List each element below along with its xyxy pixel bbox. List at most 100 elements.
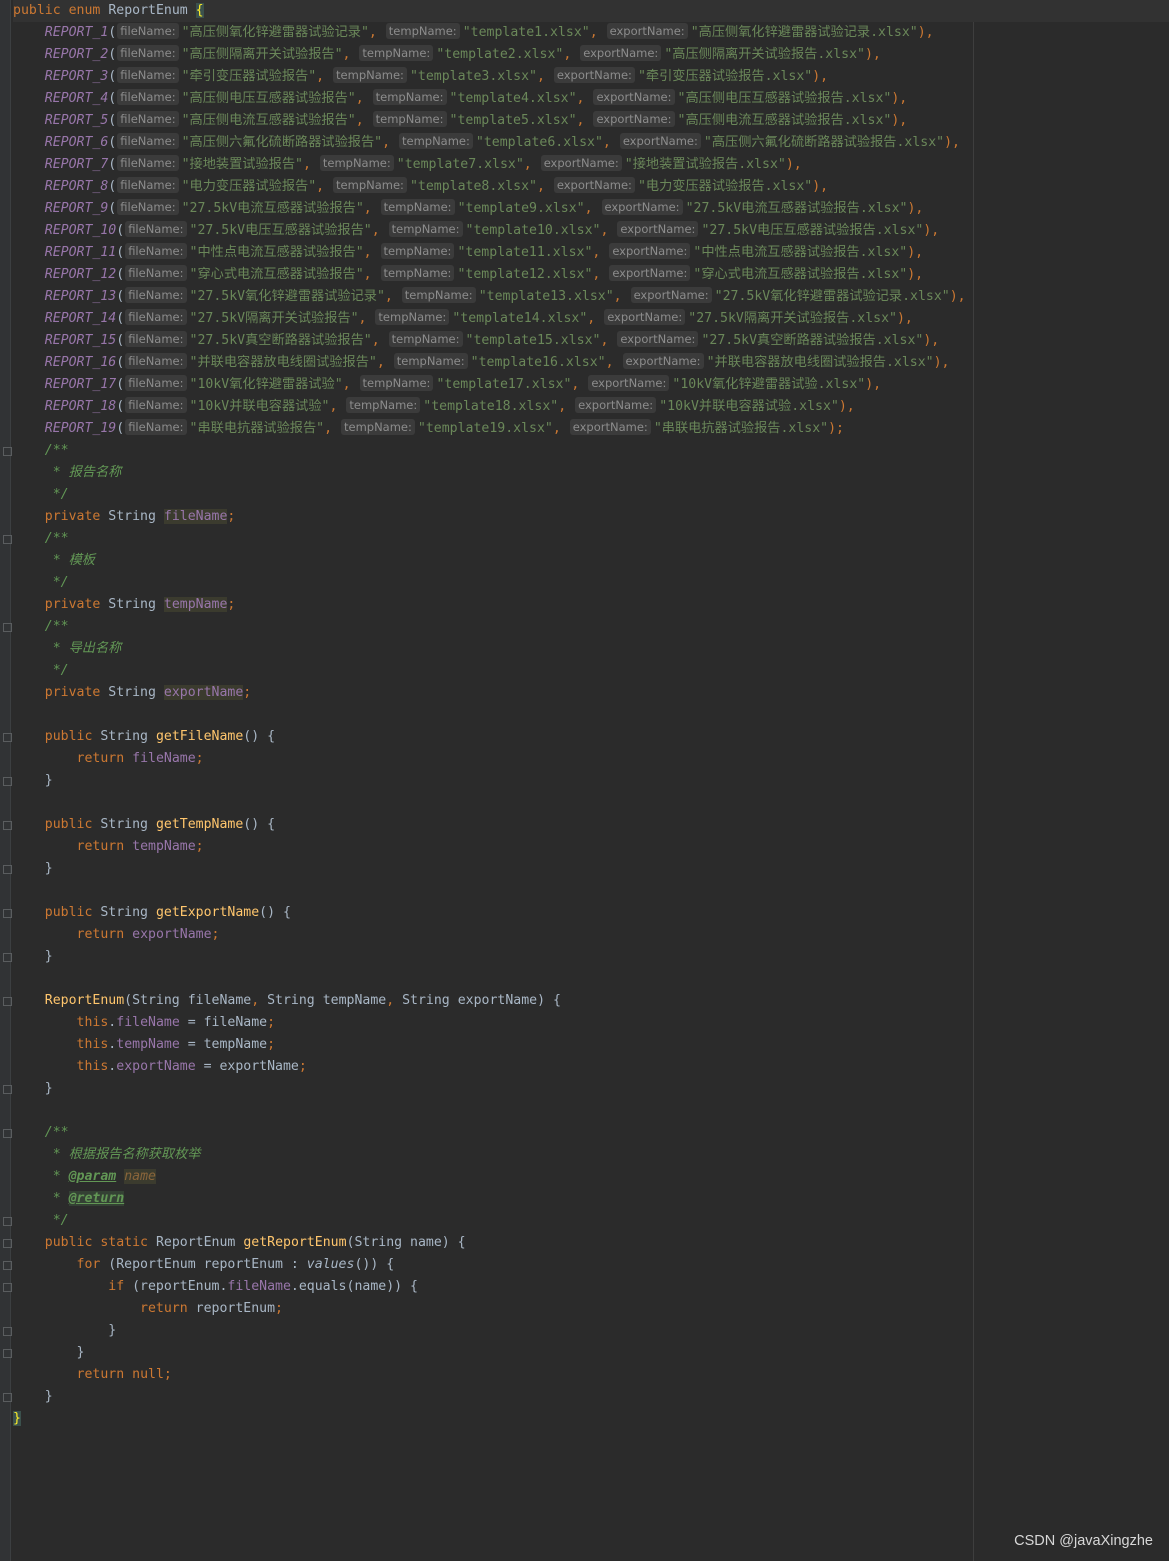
param-hint-exportname: exportName: bbox=[569, 419, 651, 435]
code-line: } bbox=[3, 946, 1169, 968]
param-hint-tempname: tempName: bbox=[319, 155, 394, 171]
fold-marker-icon[interactable] bbox=[3, 1085, 12, 1094]
string-filename: "接地装置试验报告" bbox=[181, 157, 303, 172]
string-tempname: "template16.xlsx" bbox=[470, 355, 606, 370]
semicolon: ; bbox=[163, 1367, 172, 1382]
keyword-if: if bbox=[108, 1279, 125, 1294]
enum-constant-line: REPORT_16(fileName: "并联电容器放电线圈试验报告", temp… bbox=[13, 352, 1169, 374]
string-tempname: "template13.xlsx" bbox=[478, 289, 614, 304]
param-hint-tempname: tempName: bbox=[333, 177, 407, 193]
type-string: String bbox=[100, 729, 148, 744]
enum-constant-name: REPORT_8 bbox=[44, 179, 109, 194]
param-hint-tempname: tempName: bbox=[380, 265, 455, 281]
enum-constant-name: REPORT_14 bbox=[44, 311, 117, 326]
constructor-name: ReportEnum bbox=[44, 993, 125, 1008]
fold-marker-icon[interactable] bbox=[3, 1327, 12, 1336]
comma: , bbox=[355, 91, 372, 106]
fold-marker-icon[interactable] bbox=[3, 1283, 12, 1292]
code-line: ReportEnum(String fileName, String tempN… bbox=[3, 990, 1169, 1012]
comma: , bbox=[600, 223, 617, 238]
enum-constant-name: REPORT_5 bbox=[44, 113, 109, 128]
param-hint-exportname: exportName: bbox=[609, 243, 691, 259]
comma: , bbox=[523, 157, 540, 172]
fold-marker-icon[interactable] bbox=[3, 953, 12, 962]
code-line: public String getExportName() { bbox=[3, 902, 1169, 924]
open-paren: ( bbox=[116, 289, 125, 304]
keyword-public: public bbox=[44, 1235, 93, 1250]
close-brace: } bbox=[76, 1345, 85, 1360]
semicolon: ; bbox=[227, 509, 236, 524]
open-paren: ( bbox=[116, 399, 125, 414]
string-filename: "27.5kV真空断路器试验报告" bbox=[189, 333, 372, 348]
entry-end: ), bbox=[812, 179, 829, 194]
param-hint-filename: fileName: bbox=[117, 89, 179, 105]
open-paren: ( bbox=[116, 267, 125, 282]
keyword-public: public bbox=[44, 729, 93, 744]
fold-marker-icon[interactable] bbox=[3, 733, 12, 742]
fold-marker-icon[interactable] bbox=[3, 1261, 12, 1270]
string-filename: "串联电抗器试验报告" bbox=[189, 421, 325, 436]
comma: , bbox=[605, 355, 622, 370]
type-string: String bbox=[108, 509, 156, 524]
param-hint-tempname: tempName: bbox=[385, 23, 460, 39]
code-line: for (ReportEnum reportEnum : values()) { bbox=[3, 1254, 1169, 1276]
param-hint-tempname: tempName: bbox=[359, 375, 434, 391]
return-var: reportEnum bbox=[187, 1301, 276, 1316]
fold-marker-icon[interactable] bbox=[3, 865, 12, 874]
param-hint-filename: fileName: bbox=[125, 419, 187, 435]
comma: , bbox=[552, 421, 569, 436]
string-filename: "牵引变压器试验报告" bbox=[181, 69, 317, 84]
comma: , bbox=[576, 91, 593, 106]
entry-end: ), bbox=[838, 399, 855, 414]
open-paren: ( bbox=[116, 333, 125, 348]
fold-marker-icon[interactable] bbox=[3, 1349, 12, 1358]
fold-marker-icon[interactable] bbox=[3, 777, 12, 786]
open-paren: ( bbox=[108, 25, 117, 40]
javadoc-open: /** bbox=[44, 1125, 69, 1140]
field-ref: tempName bbox=[116, 1037, 180, 1052]
getter-name: getExportName bbox=[155, 905, 260, 920]
param-hint-filename: fileName: bbox=[125, 397, 187, 413]
for-head: (ReportEnum reportEnum : bbox=[100, 1257, 307, 1272]
param-hint-filename: fileName: bbox=[117, 45, 179, 61]
fold-marker-icon[interactable] bbox=[3, 447, 12, 456]
fold-marker-icon[interactable] bbox=[3, 997, 12, 1006]
watermark: CSDN @javaXingzhe bbox=[1014, 1533, 1153, 1549]
comma: , bbox=[376, 355, 393, 370]
enum-constant-name: REPORT_4 bbox=[44, 91, 109, 106]
enum-constant-name: REPORT_6 bbox=[44, 135, 109, 150]
code-editor[interactable]: public enum ReportEnum { REPORT_1(fileNa… bbox=[3, 0, 1169, 1430]
fold-marker-icon[interactable] bbox=[3, 1239, 12, 1248]
param-hint-exportname: exportName: bbox=[575, 397, 657, 413]
param-hint-filename: fileName: bbox=[125, 309, 187, 325]
comma: , bbox=[384, 289, 401, 304]
semicolon: ; bbox=[267, 1037, 276, 1052]
string-tempname: "template15.xlsx" bbox=[465, 333, 601, 348]
string-filename: "穿心式电流互感器试验报告" bbox=[189, 267, 364, 282]
fold-marker-icon[interactable] bbox=[3, 623, 12, 632]
entry-end: ), bbox=[865, 377, 882, 392]
comma: , bbox=[363, 201, 380, 216]
keyword-this: this bbox=[76, 1037, 109, 1052]
open-paren: ( bbox=[116, 223, 125, 238]
string-filename: "并联电容器放电线圈试验报告" bbox=[189, 355, 377, 370]
string-exportname: "接地装置试验报告.xlsx" bbox=[624, 157, 786, 172]
enum-constant-name: REPORT_3 bbox=[44, 69, 109, 84]
fold-marker-icon[interactable] bbox=[3, 1129, 12, 1138]
fold-marker-icon[interactable] bbox=[3, 909, 12, 918]
param-hint-exportname: exportName: bbox=[588, 375, 670, 391]
enum-constant-line: REPORT_14(fileName: "27.5kV隔离开关试验报告", tem… bbox=[13, 308, 1169, 330]
string-exportname: "高压侧氧化锌避雷器试验记录.xlsx" bbox=[690, 25, 918, 40]
enum-constant-line: REPORT_19(fileName: "串联电抗器试验报告", tempName… bbox=[13, 418, 1169, 440]
string-filename: "27.5kV隔离开关试验报告" bbox=[189, 311, 359, 326]
fold-marker-icon[interactable] bbox=[3, 821, 12, 830]
param-hint-filename: fileName: bbox=[117, 155, 179, 171]
method-open: () { bbox=[259, 905, 291, 920]
fold-marker-icon[interactable] bbox=[3, 1217, 12, 1226]
comma: , bbox=[342, 47, 359, 62]
keyword-private: private bbox=[44, 597, 101, 612]
param-hint-filename: fileName: bbox=[125, 375, 187, 391]
fold-marker-icon[interactable] bbox=[3, 535, 12, 544]
fold-marker-icon[interactable] bbox=[3, 1393, 12, 1402]
